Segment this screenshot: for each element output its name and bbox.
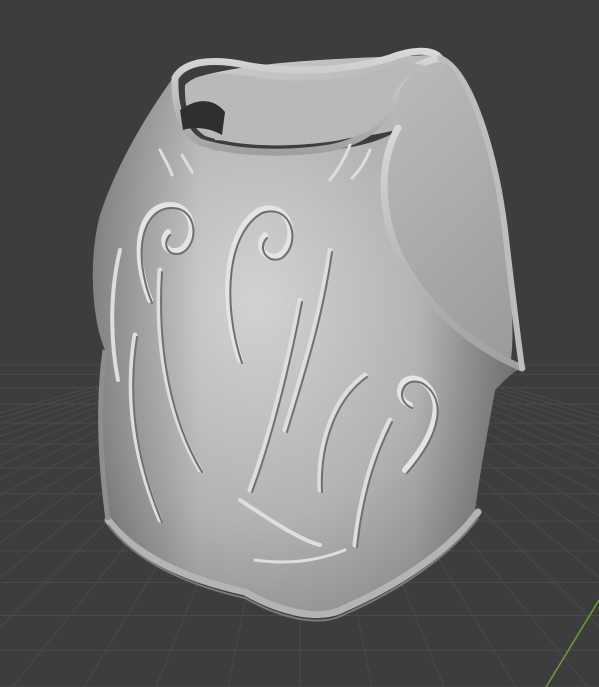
breastplate-model[interactable] — [92, 47, 526, 622]
3d-viewport[interactable] — [0, 0, 599, 687]
